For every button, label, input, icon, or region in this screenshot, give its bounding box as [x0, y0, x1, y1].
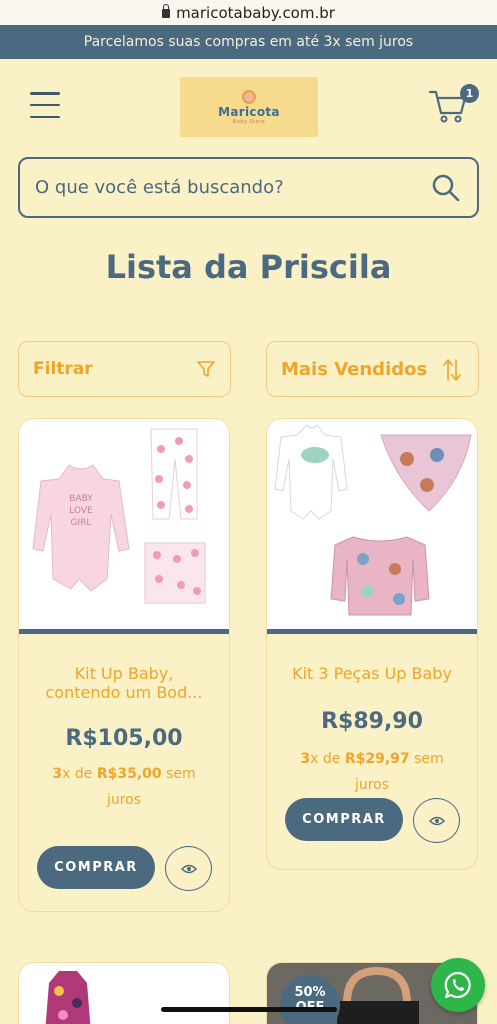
- filter-button[interactable]: Filtrar: [18, 341, 231, 397]
- quick-view-button[interactable]: [165, 846, 212, 891]
- card-divider: [267, 629, 477, 634]
- promo-banner: Parcelamos suas compras em até 3x sem ju…: [0, 25, 497, 59]
- discount-percent: 50%: [294, 985, 326, 1000]
- page-title: Lista da Priscila: [105, 248, 392, 286]
- store-logo[interactable]: Maricota Baby Store: [180, 77, 318, 137]
- product-photo-illustration: BABY LOVE GIRL: [32, 428, 206, 604]
- search-icon[interactable]: [431, 173, 461, 203]
- browser-url: maricotababy.com.br: [176, 3, 335, 22]
- logo-name: Maricota: [218, 104, 280, 119]
- lock-icon: [162, 4, 171, 18]
- product-photo-illustration: [45, 971, 91, 1024]
- svg-text:GIRL: GIRL: [71, 518, 92, 528]
- quick-view-button[interactable]: [413, 798, 460, 843]
- cart-count-badge: 1: [460, 84, 479, 103]
- product-image[interactable]: [267, 419, 477, 629]
- product-name[interactable]: Kit 3 Peças Up Baby: [267, 664, 477, 683]
- buy-button[interactable]: COMPRAR: [285, 798, 403, 841]
- product-image[interactable]: BABY LOVE GIRL: [19, 419, 229, 629]
- product-card-partial[interactable]: [18, 962, 230, 1024]
- card-divider: [19, 629, 229, 634]
- sort-icon: [443, 359, 461, 381]
- product-card[interactable]: BABY LOVE GIRL Kit Up Baby, contendo um …: [18, 418, 230, 912]
- menu-icon[interactable]: [30, 92, 60, 118]
- product-photo-illustration: [274, 424, 472, 616]
- product-installments: 3x de R$35,00 sem juros: [52, 766, 196, 808]
- filter-icon: [197, 361, 215, 377]
- buy-button[interactable]: COMPRAR: [37, 846, 155, 889]
- sort-label: Mais Vendidos: [281, 358, 428, 380]
- sort-button[interactable]: Mais Vendidos: [266, 341, 479, 397]
- product-price: R$89,90: [321, 709, 423, 734]
- whatsapp-button[interactable]: [431, 958, 485, 1012]
- search-bar: [18, 157, 479, 218]
- eye-icon: [180, 864, 197, 873]
- search-input[interactable]: [35, 177, 415, 198]
- home-indicator: [161, 1007, 337, 1012]
- svg-text:LOVE: LOVE: [69, 506, 93, 516]
- logo-subtitle: Baby Store: [232, 118, 266, 125]
- whatsapp-icon: [444, 971, 471, 999]
- product-name[interactable]: Kit Up Baby, contendo um Bod...: [19, 664, 229, 702]
- svg-text:BABY: BABY: [69, 494, 93, 504]
- product-card[interactable]: Kit 3 Peças Up Baby R$89,90 3x de R$29,9…: [266, 418, 478, 870]
- browser-url-bar[interactable]: maricotababy.com.br: [0, 0, 497, 25]
- logo-baby-icon: [242, 89, 256, 104]
- eye-icon: [428, 816, 445, 825]
- product-price: R$105,00: [65, 726, 183, 751]
- filter-label: Filtrar: [33, 359, 93, 379]
- product-installments: 3x de R$29,97 sem juros: [300, 751, 444, 793]
